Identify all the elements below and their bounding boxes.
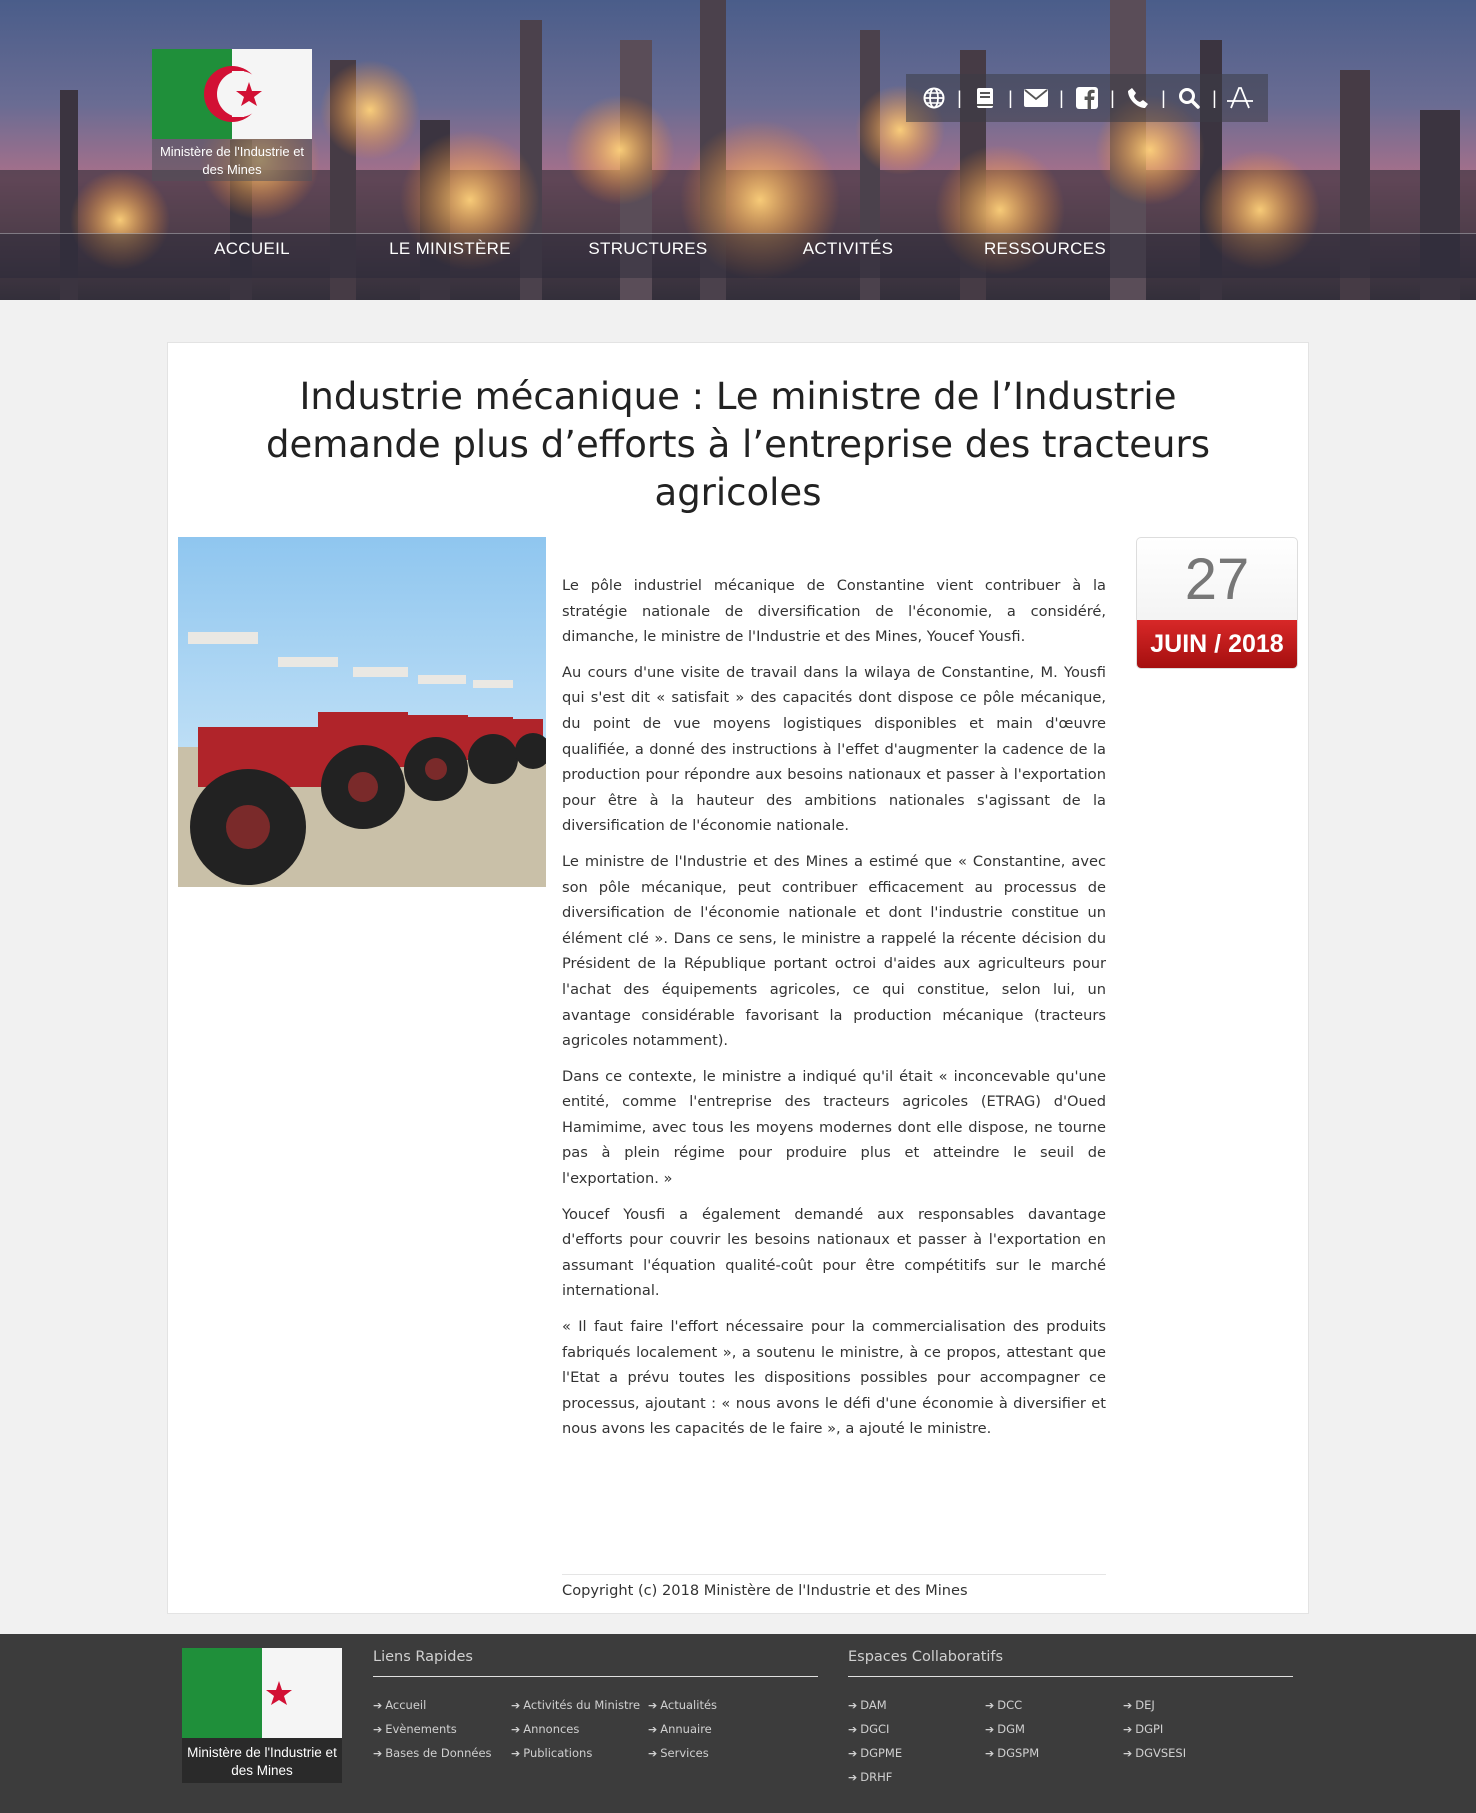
site-footer: Ministère de l'Industrie et des Mines Li… [0,1634,1476,1813]
mail-icon[interactable] [1021,83,1051,113]
date-day: 27 [1184,547,1250,612]
arrow-right-icon: ➔ [848,1723,858,1736]
footer-link-dgpi[interactable]: ➔ DGPI [1123,1722,1163,1736]
arrow-right-icon: ➔ [848,1747,858,1760]
footer-link-activites-ministre[interactable]: ➔ Activités du Ministre [511,1698,640,1712]
footer-link-annuaire[interactable]: ➔ Annuaire [648,1722,712,1736]
collab-spaces-divider [848,1676,1293,1677]
arrow-right-icon: ➔ [848,1771,858,1784]
toolbar-separator: | [1110,87,1115,108]
footer-link-dgci[interactable]: ➔ DGCI [848,1722,889,1736]
footer-link-accueil[interactable]: ➔ Accueil [373,1698,426,1712]
nav-accueil[interactable]: ACCUEIL [152,234,352,278]
arrow-right-icon: ➔ [985,1699,995,1712]
article-date-badge: 27 JUIN / 2018 [1136,537,1298,669]
footer-link-evenements[interactable]: ➔ Evènements [373,1722,457,1736]
arrow-right-icon: ➔ [648,1699,658,1712]
arrow-right-icon: ➔ [985,1747,995,1760]
footer-link-dgpme[interactable]: ➔ DGPME [848,1746,902,1760]
algeria-flag-icon [182,1648,342,1738]
toolbar-separator: | [1161,87,1166,108]
nav-ressources[interactable]: RESSOURCES [945,234,1145,278]
arrow-right-icon: ➔ [373,1723,383,1736]
arrow-right-icon: ➔ [511,1723,521,1736]
arrow-right-icon: ➔ [648,1723,658,1736]
footer-logo-caption: Ministère de l'Industrie et des Mines [187,1745,337,1778]
article-card: Industrie mécanique : Le ministre de l’I… [167,342,1309,1614]
arrow-right-icon: ➔ [373,1747,383,1760]
phone-icon[interactable] [1123,83,1153,113]
quick-links-divider [373,1676,818,1677]
nav-le-ministere[interactable]: LE MINISTÈRE [350,234,550,278]
book-icon[interactable] [970,83,1000,113]
algeria-flag-icon [152,49,312,139]
article-body: Le pôle industriel mécanique de Constant… [562,573,1106,1452]
logo-caption: Ministère de l'Industrie et des Mines [159,144,305,177]
globe-icon[interactable] [919,83,949,113]
date-month-year: JUIN / 2018 [1137,620,1297,668]
footer-link-dam[interactable]: ➔ DAM [848,1698,887,1712]
font-size-icon[interactable] [1225,83,1255,113]
footer-link-annonces[interactable]: ➔ Annonces [511,1722,579,1736]
arrow-right-icon: ➔ [511,1699,521,1712]
article-paragraph: Youcef Yousfi a également demandé aux re… [562,1205,1106,1300]
footer-link-dcc[interactable]: ➔ DCC [985,1698,1022,1712]
footer-link-bases-de-donnees[interactable]: ➔ Bases de Données [373,1746,492,1760]
nav-activites[interactable]: ACTIVITÉS [748,234,948,278]
arrow-right-icon: ➔ [848,1699,858,1712]
footer-link-dgm[interactable]: ➔ DGM [985,1722,1025,1736]
site-logo[interactable]: Ministère de l'Industrie et des Mines [152,49,312,181]
footer-link-dgvsesi[interactable]: ➔ DGVSESI [1123,1746,1186,1760]
search-icon[interactable] [1174,83,1204,113]
arrow-right-icon: ➔ [985,1723,995,1736]
arrow-right-icon: ➔ [1123,1723,1133,1736]
footer-link-services[interactable]: ➔ Services [648,1746,709,1760]
arrow-right-icon: ➔ [511,1747,521,1760]
copyright-notice: Copyright (c) 2018 Ministère de l'Indust… [562,1574,1106,1599]
site-header: Ministère de l'Industrie et des Mines | … [0,0,1476,300]
toolbar-separator: | [1008,87,1013,108]
arrow-right-icon: ➔ [373,1699,383,1712]
footer-link-publications[interactable]: ➔ Publications [511,1746,592,1760]
tractors-photo [178,537,546,887]
footer-link-drhf[interactable]: ➔ DRHF [848,1770,892,1784]
toolbar-separator: | [957,87,962,108]
article-paragraph: Le ministre de l'Industrie et des Mines … [562,852,1106,1050]
article-paragraph: Dans ce contexte, le ministre a indiqué … [562,1067,1106,1188]
article-paragraph: Au cours d'une visite de travail dans la… [562,663,1106,835]
quick-links-title: Liens Rapides [373,1649,473,1665]
toolbar-separator: | [1059,87,1064,108]
facebook-icon[interactable] [1072,83,1102,113]
nav-structures[interactable]: STRUCTURES [548,234,748,278]
arrow-right-icon: ➔ [1123,1699,1133,1712]
article-title: Industrie mécanique : Le ministre de l’I… [266,375,1210,514]
footer-logo[interactable]: Ministère de l'Industrie et des Mines [182,1648,342,1783]
article-paragraph: « Il faut faire l'effort nécessaire pour… [562,1318,1106,1438]
header-toolbar: | | | | | | [906,74,1268,122]
arrow-right-icon: ➔ [1123,1747,1133,1760]
arrow-right-icon: ➔ [648,1747,658,1760]
collab-spaces-title: Espaces Collaboratifs [848,1649,1004,1665]
footer-link-actualites[interactable]: ➔ Actualités [648,1698,717,1712]
article-paragraph: Le pôle industriel mécanique de Constant… [562,577,1106,646]
main-nav: ACCUEIL LE MINISTÈRE STRUCTURES ACTIVITÉ… [0,233,1476,278]
footer-link-dgspm[interactable]: ➔ DGSPM [985,1746,1039,1760]
toolbar-separator: | [1212,87,1217,108]
footer-link-dej[interactable]: ➔ DEJ [1123,1698,1155,1712]
